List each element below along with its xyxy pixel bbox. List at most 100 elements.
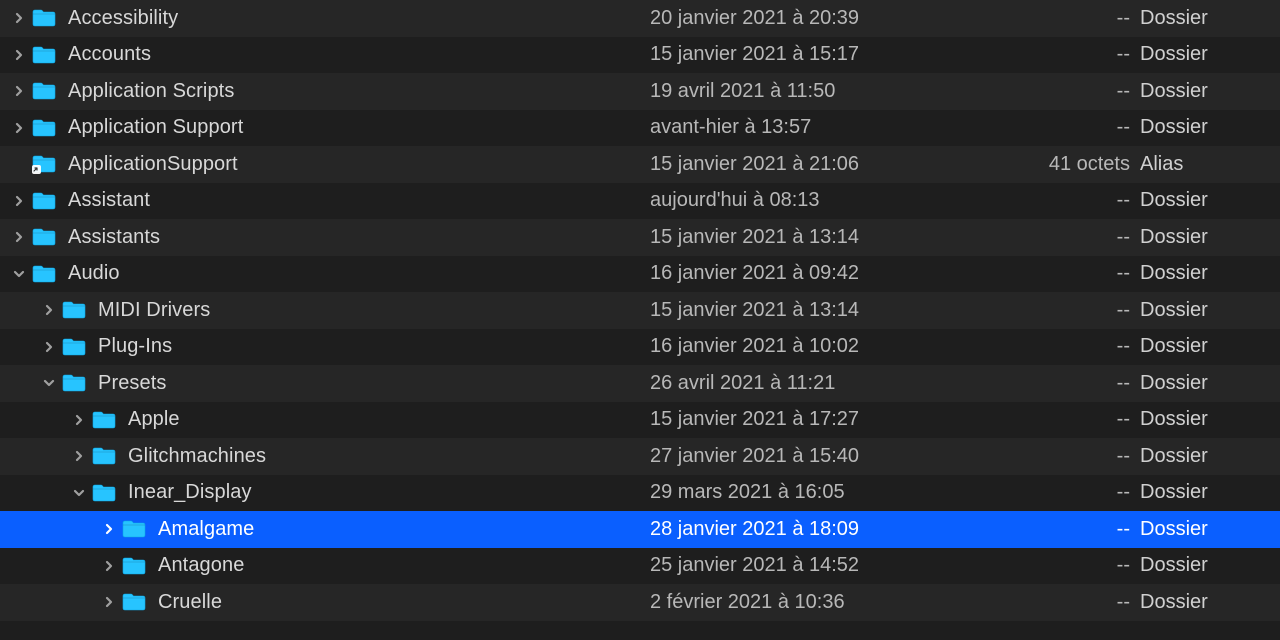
- file-kind: Dossier: [1140, 80, 1280, 103]
- chevron-down-icon[interactable]: [40, 374, 58, 392]
- file-date: 15 janvier 2021 à 17:27: [650, 408, 1020, 431]
- chevron-right-icon[interactable]: [70, 447, 88, 465]
- file-kind: Dossier: [1140, 262, 1280, 285]
- file-row[interactable]: Accounts15 janvier 2021 à 15:17--Dossier: [0, 37, 1280, 74]
- file-name[interactable]: Inear_Display: [128, 481, 650, 504]
- file-name[interactable]: Accessibility: [68, 7, 650, 30]
- file-date: 28 janvier 2021 à 18:09: [650, 518, 1020, 541]
- folder-icon: [122, 519, 146, 539]
- chevron-right-icon[interactable]: [10, 119, 28, 137]
- file-name[interactable]: Presets: [98, 372, 650, 395]
- file-size: --: [1020, 299, 1140, 322]
- alias-folder-icon: [32, 154, 56, 174]
- file-name[interactable]: Apple: [128, 408, 650, 431]
- file-row[interactable]: Assistantaujourd'hui à 08:13--Dossier: [0, 183, 1280, 220]
- folder-icon: [92, 446, 116, 466]
- file-row[interactable]: Application Scripts19 avril 2021 à 11:50…: [0, 73, 1280, 110]
- file-name[interactable]: ApplicationSupport: [68, 153, 650, 176]
- file-name[interactable]: Assistant: [68, 189, 650, 212]
- file-row[interactable]: Antagone25 janvier 2021 à 14:52--Dossier: [0, 548, 1280, 585]
- file-name[interactable]: MIDI Drivers: [98, 299, 650, 322]
- file-date: 15 janvier 2021 à 13:14: [650, 299, 1020, 322]
- folder-icon: [92, 483, 116, 503]
- file-size: --: [1020, 262, 1140, 285]
- file-date: 20 janvier 2021 à 20:39: [650, 7, 1020, 30]
- file-name[interactable]: Glitchmachines: [128, 445, 650, 468]
- file-row[interactable]: Amalgame28 janvier 2021 à 18:09--Dossier: [0, 511, 1280, 548]
- file-name[interactable]: Antagone: [158, 554, 650, 577]
- file-kind: Dossier: [1140, 372, 1280, 395]
- chevron-right-icon[interactable]: [40, 338, 58, 356]
- chevron-down-icon[interactable]: [10, 265, 28, 283]
- file-date: 15 janvier 2021 à 15:17: [650, 43, 1020, 66]
- file-kind: Dossier: [1140, 335, 1280, 358]
- file-kind: Alias: [1140, 153, 1280, 176]
- file-row[interactable]: Audio16 janvier 2021 à 09:42--Dossier: [0, 256, 1280, 293]
- folder-icon: [32, 81, 56, 101]
- file-date: 26 avril 2021 à 11:21: [650, 372, 1020, 395]
- file-row[interactable]: ApplicationSupport15 janvier 2021 à 21:0…: [0, 146, 1280, 183]
- chevron-right-icon[interactable]: [100, 593, 118, 611]
- chevron-right-icon[interactable]: [10, 9, 28, 27]
- file-row[interactable]: Plug-Ins16 janvier 2021 à 10:02--Dossier: [0, 329, 1280, 366]
- file-size: --: [1020, 335, 1140, 358]
- file-row[interactable]: Inear_Display29 mars 2021 à 16:05--Dossi…: [0, 475, 1280, 512]
- file-size: --: [1020, 408, 1140, 431]
- file-row[interactable]: Glitchmachines27 janvier 2021 à 15:40--D…: [0, 438, 1280, 475]
- file-size: --: [1020, 554, 1140, 577]
- file-name[interactable]: Accounts: [68, 43, 650, 66]
- file-kind: Dossier: [1140, 299, 1280, 322]
- chevron-right-icon[interactable]: [100, 520, 118, 538]
- chevron-right-icon[interactable]: [10, 46, 28, 64]
- file-kind: Dossier: [1140, 7, 1280, 30]
- chevron-right-icon[interactable]: [10, 228, 28, 246]
- file-row[interactable]: Application Supportavant-hier à 13:57--D…: [0, 110, 1280, 147]
- file-size: --: [1020, 518, 1140, 541]
- file-size: --: [1020, 80, 1140, 103]
- file-row[interactable]: Cruelle2 février 2021 à 10:36--Dossier: [0, 584, 1280, 621]
- file-row[interactable]: Presets26 avril 2021 à 11:21--Dossier: [0, 365, 1280, 402]
- folder-icon: [32, 227, 56, 247]
- file-date: 15 janvier 2021 à 21:06: [650, 153, 1020, 176]
- file-row[interactable]: MIDI Drivers15 janvier 2021 à 13:14--Dos…: [0, 292, 1280, 329]
- file-date: 16 janvier 2021 à 09:42: [650, 262, 1020, 285]
- file-name[interactable]: Assistants: [68, 226, 650, 249]
- chevron-right-icon[interactable]: [100, 557, 118, 575]
- file-row[interactable]: Apple15 janvier 2021 à 17:27--Dossier: [0, 402, 1280, 439]
- file-size: --: [1020, 189, 1140, 212]
- chevron-down-icon[interactable]: [70, 484, 88, 502]
- file-size: --: [1020, 445, 1140, 468]
- folder-icon: [62, 300, 86, 320]
- file-date: 2 février 2021 à 10:36: [650, 591, 1020, 614]
- folder-icon: [32, 118, 56, 138]
- file-size: --: [1020, 226, 1140, 249]
- file-kind: Dossier: [1140, 43, 1280, 66]
- file-list[interactable]: Accessibility20 janvier 2021 à 20:39--Do…: [0, 0, 1280, 621]
- file-size: --: [1020, 116, 1140, 139]
- file-kind: Dossier: [1140, 226, 1280, 249]
- chevron-right-icon[interactable]: [10, 82, 28, 100]
- file-size: --: [1020, 372, 1140, 395]
- file-date: 16 janvier 2021 à 10:02: [650, 335, 1020, 358]
- file-kind: Dossier: [1140, 481, 1280, 504]
- folder-icon: [92, 410, 116, 430]
- file-name[interactable]: Plug-Ins: [98, 335, 650, 358]
- file-name[interactable]: Audio: [68, 262, 650, 285]
- file-row[interactable]: Accessibility20 janvier 2021 à 20:39--Do…: [0, 0, 1280, 37]
- file-row[interactable]: Assistants15 janvier 2021 à 13:14--Dossi…: [0, 219, 1280, 256]
- file-name[interactable]: Application Scripts: [68, 80, 650, 103]
- file-name[interactable]: Amalgame: [158, 518, 650, 541]
- file-date: 19 avril 2021 à 11:50: [650, 80, 1020, 103]
- chevron-right-icon[interactable]: [40, 301, 58, 319]
- file-size: 41 octets: [1020, 153, 1140, 176]
- file-name[interactable]: Cruelle: [158, 591, 650, 614]
- chevron-right-icon[interactable]: [10, 192, 28, 210]
- file-name[interactable]: Application Support: [68, 116, 650, 139]
- folder-icon: [62, 337, 86, 357]
- file-date: 25 janvier 2021 à 14:52: [650, 554, 1020, 577]
- chevron-right-icon[interactable]: [70, 411, 88, 429]
- file-kind: Dossier: [1140, 408, 1280, 431]
- folder-icon: [32, 45, 56, 65]
- folder-icon: [32, 264, 56, 284]
- file-kind: Dossier: [1140, 445, 1280, 468]
